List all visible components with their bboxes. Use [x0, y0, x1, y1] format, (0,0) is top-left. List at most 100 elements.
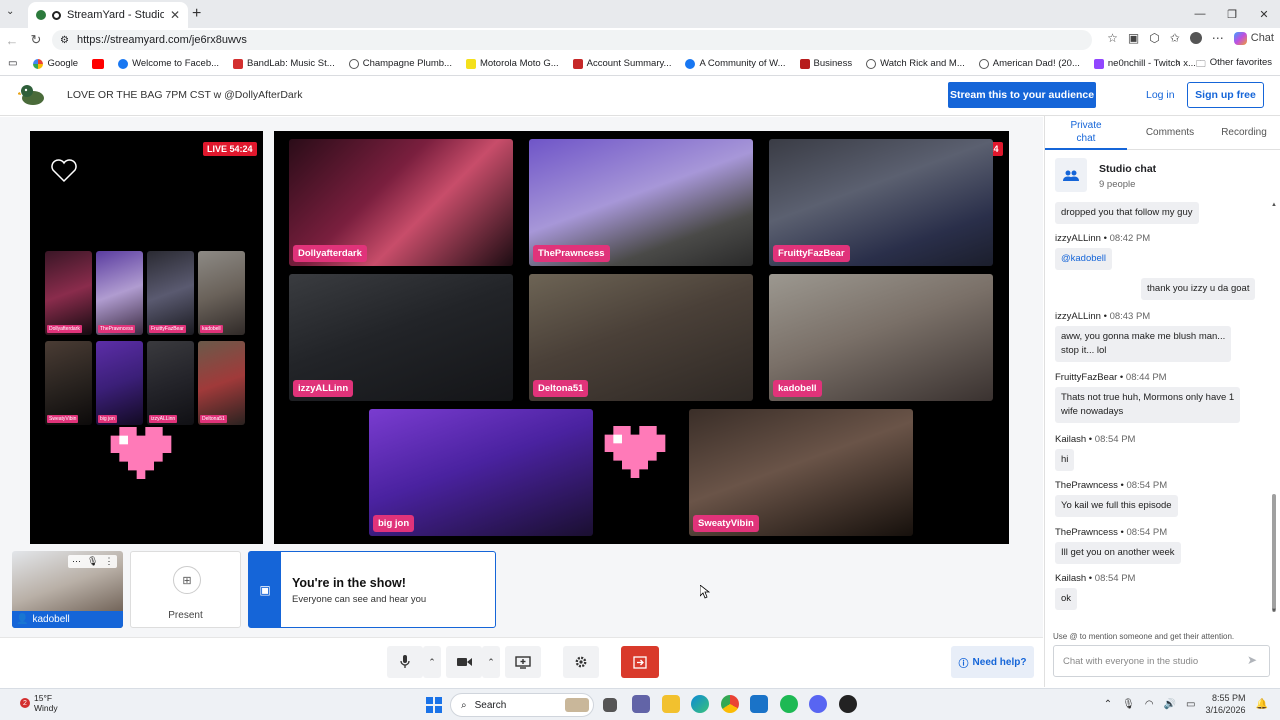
- video-tile-theprawncess[interactable]: ThePrawncess: [529, 139, 753, 266]
- signup-button[interactable]: Sign up free: [1187, 82, 1264, 108]
- self-name: kadobell: [32, 614, 70, 625]
- site-info-icon[interactable]: ⚙: [60, 35, 69, 46]
- profile-icon[interactable]: [1189, 32, 1202, 44]
- discord-icon[interactable]: [809, 695, 827, 713]
- self-video-tile[interactable]: ⋯ 🎙 ⋮ 👤 kadobell: [12, 551, 123, 628]
- record-app-icon[interactable]: [839, 695, 857, 713]
- video-tile-dollyafterdark[interactable]: Dollyafterdark: [289, 139, 513, 266]
- self-name-bar: 👤 kadobell: [12, 611, 123, 628]
- video-tile-izzyallinn[interactable]: izzyALLinn: [289, 274, 513, 401]
- minimize-icon[interactable]: —: [1184, 0, 1216, 28]
- tab-recording[interactable]: Recording: [1219, 126, 1269, 139]
- tab-search-icon[interactable]: ⌄: [6, 6, 14, 17]
- video-tile-sweatyvibin[interactable]: SweatyVibin: [689, 409, 913, 536]
- present-button[interactable]: ⊞ Present: [130, 551, 241, 628]
- bookmark-twitch[interactable]: ne0nchill - Twitch x...: [1088, 58, 1202, 69]
- weather-widget[interactable]: 2 15°F Windy: [20, 693, 58, 713]
- battery-icon[interactable]: ▭: [1186, 699, 1195, 710]
- favorite-star-icon[interactable]: ☆: [1107, 31, 1118, 45]
- bookmark-motorola[interactable]: Motorola Moto G...: [460, 58, 565, 69]
- bookmark-facebook[interactable]: Welcome to Faceb...: [112, 58, 225, 69]
- chevron-right-icon[interactable]: ›: [1176, 57, 1180, 69]
- camera-button[interactable]: [446, 646, 482, 678]
- video-tile-fruittyfazbear[interactable]: FruittyFazBear: [769, 139, 993, 266]
- url-field[interactable]: ⚙ https://streamyard.com/je6rx8uwvs: [52, 30, 1092, 50]
- file-explorer-icon[interactable]: [662, 695, 680, 713]
- video-tile-kadobell[interactable]: kadobell: [769, 274, 993, 401]
- bookmark-champagne[interactable]: Champagne Plumb...: [343, 58, 458, 69]
- camera-options-button[interactable]: ⌃: [482, 646, 500, 678]
- more-menu-icon[interactable]: ⋯: [1212, 31, 1224, 45]
- favorites-icon[interactable]: ✩: [1170, 31, 1180, 45]
- notification-bell-icon[interactable]: 🔔: [1256, 699, 1268, 710]
- bookmark-business[interactable]: Business: [794, 58, 859, 69]
- chat-scrollbar[interactable]: ▲ ▼: [1271, 202, 1277, 614]
- teams-icon[interactable]: [632, 695, 650, 713]
- close-tab-icon[interactable]: ✕: [170, 8, 180, 22]
- tab-comments[interactable]: Comments: [1145, 126, 1195, 139]
- settings-button[interactable]: [563, 646, 599, 678]
- bookmark-american-dad[interactable]: American Dad! (20...: [973, 58, 1086, 69]
- sidebar-icon[interactable]: ▭: [8, 58, 17, 69]
- clock[interactable]: 8:55 PM 3/16/2026: [1206, 692, 1246, 716]
- chat-message-input[interactable]: [1053, 645, 1270, 677]
- bookmark-rick[interactable]: Watch Rick and M...: [860, 58, 971, 69]
- chat-scroll-thumb[interactable]: [1272, 494, 1276, 612]
- microphone-icon[interactable]: 🎙: [87, 556, 98, 567]
- bookmark-youtube[interactable]: [86, 58, 110, 69]
- help-circle-icon: ⓘ: [958, 658, 969, 670]
- share-screen-button[interactable]: [505, 646, 541, 678]
- back-icon[interactable]: ←: [0, 33, 24, 48]
- chat-label: Chat: [1250, 32, 1274, 44]
- microphone-tray-icon[interactable]: 🎙: [1122, 699, 1135, 710]
- folder-icon: 🗀: [1196, 59, 1206, 70]
- reload-icon[interactable]: ↻: [24, 32, 48, 48]
- need-help-button[interactable]: ⓘ Need help?: [951, 646, 1034, 678]
- new-tab-icon[interactable]: +: [192, 5, 201, 23]
- bookmark-account[interactable]: Account Summary...: [567, 58, 678, 69]
- screen-cast-icon[interactable]: ▣: [1128, 31, 1139, 45]
- close-window-icon[interactable]: ✕: [1248, 0, 1280, 28]
- store-icon[interactable]: [750, 695, 768, 713]
- bookmark-community[interactable]: A Community of W...: [679, 58, 791, 69]
- scroll-up-icon[interactable]: ▲: [1271, 202, 1277, 208]
- twitch-icon: [1093, 58, 1104, 69]
- browser-toolbar-right: ☆ ▣ ⬡ ✩ ⋯ Chat: [1107, 31, 1274, 45]
- taskbar-search[interactable]: ⌕ Search: [450, 693, 594, 717]
- windows-start-icon[interactable]: [426, 697, 442, 713]
- task-view-icon[interactable]: [603, 698, 617, 712]
- windows-taskbar: 2 15°F Windy ⌕ Search ⌃ 🎙 ◠ 🔊 ▭ 8:55 PM …: [0, 688, 1280, 720]
- chrome-icon[interactable]: [721, 695, 739, 713]
- kebab-menu-icon[interactable]: ⋮: [104, 556, 113, 567]
- record-icon: [52, 10, 61, 20]
- edge-icon[interactable]: [691, 695, 709, 713]
- chat-message-bubble: dropped you that follow my guy: [1055, 202, 1199, 224]
- drag-handle-icon[interactable]: ⋯: [72, 556, 81, 567]
- stream-to-audience-button[interactable]: Stream this to your audience: [948, 82, 1096, 108]
- main-stage-canvas: LIVE 54:24 Dollyafterdark ThePrawncess F…: [274, 131, 1009, 544]
- restore-icon[interactable]: ❐: [1216, 0, 1248, 28]
- bookmark-bandlab[interactable]: BandLab: Music St...: [227, 58, 341, 69]
- tab-private-chat[interactable]: Private chat: [1061, 119, 1111, 145]
- video-tile-big-jon[interactable]: big jon: [369, 409, 593, 536]
- chat-message-list: dropped you that follow my guy izzyALLin…: [1045, 198, 1271, 618]
- copilot-chat-button[interactable]: Chat: [1233, 31, 1274, 45]
- scroll-down-icon[interactable]: ▼: [1271, 608, 1277, 614]
- other-favorites[interactable]: 🗀 Other favorites: [1196, 57, 1272, 73]
- bookmark-google[interactable]: Google: [27, 58, 84, 69]
- browser-tab[interactable]: StreamYard - Studio ✕: [28, 2, 188, 28]
- wifi-icon[interactable]: ◠: [1145, 699, 1154, 710]
- mic-options-button[interactable]: ⌃: [423, 646, 441, 678]
- leave-studio-button[interactable]: [621, 646, 659, 678]
- video-tile-deltona51[interactable]: Deltona51: [529, 274, 753, 401]
- self-tile-tools: ⋯ 🎙 ⋮: [68, 555, 118, 568]
- volume-icon[interactable]: 🔊: [1164, 699, 1176, 710]
- preview-canvas: LIVE 54:24 Dollyafterdark ThePrawncess F…: [30, 131, 263, 544]
- chevron-up-icon[interactable]: ⌃: [1104, 699, 1112, 710]
- spotify-icon[interactable]: [780, 695, 798, 713]
- exit-icon: [633, 655, 647, 669]
- login-link[interactable]: Log in: [1146, 89, 1175, 101]
- send-icon[interactable]: ➤: [1247, 653, 1257, 667]
- mute-button[interactable]: [387, 646, 423, 678]
- extensions-icon[interactable]: ⬡: [1149, 31, 1159, 45]
